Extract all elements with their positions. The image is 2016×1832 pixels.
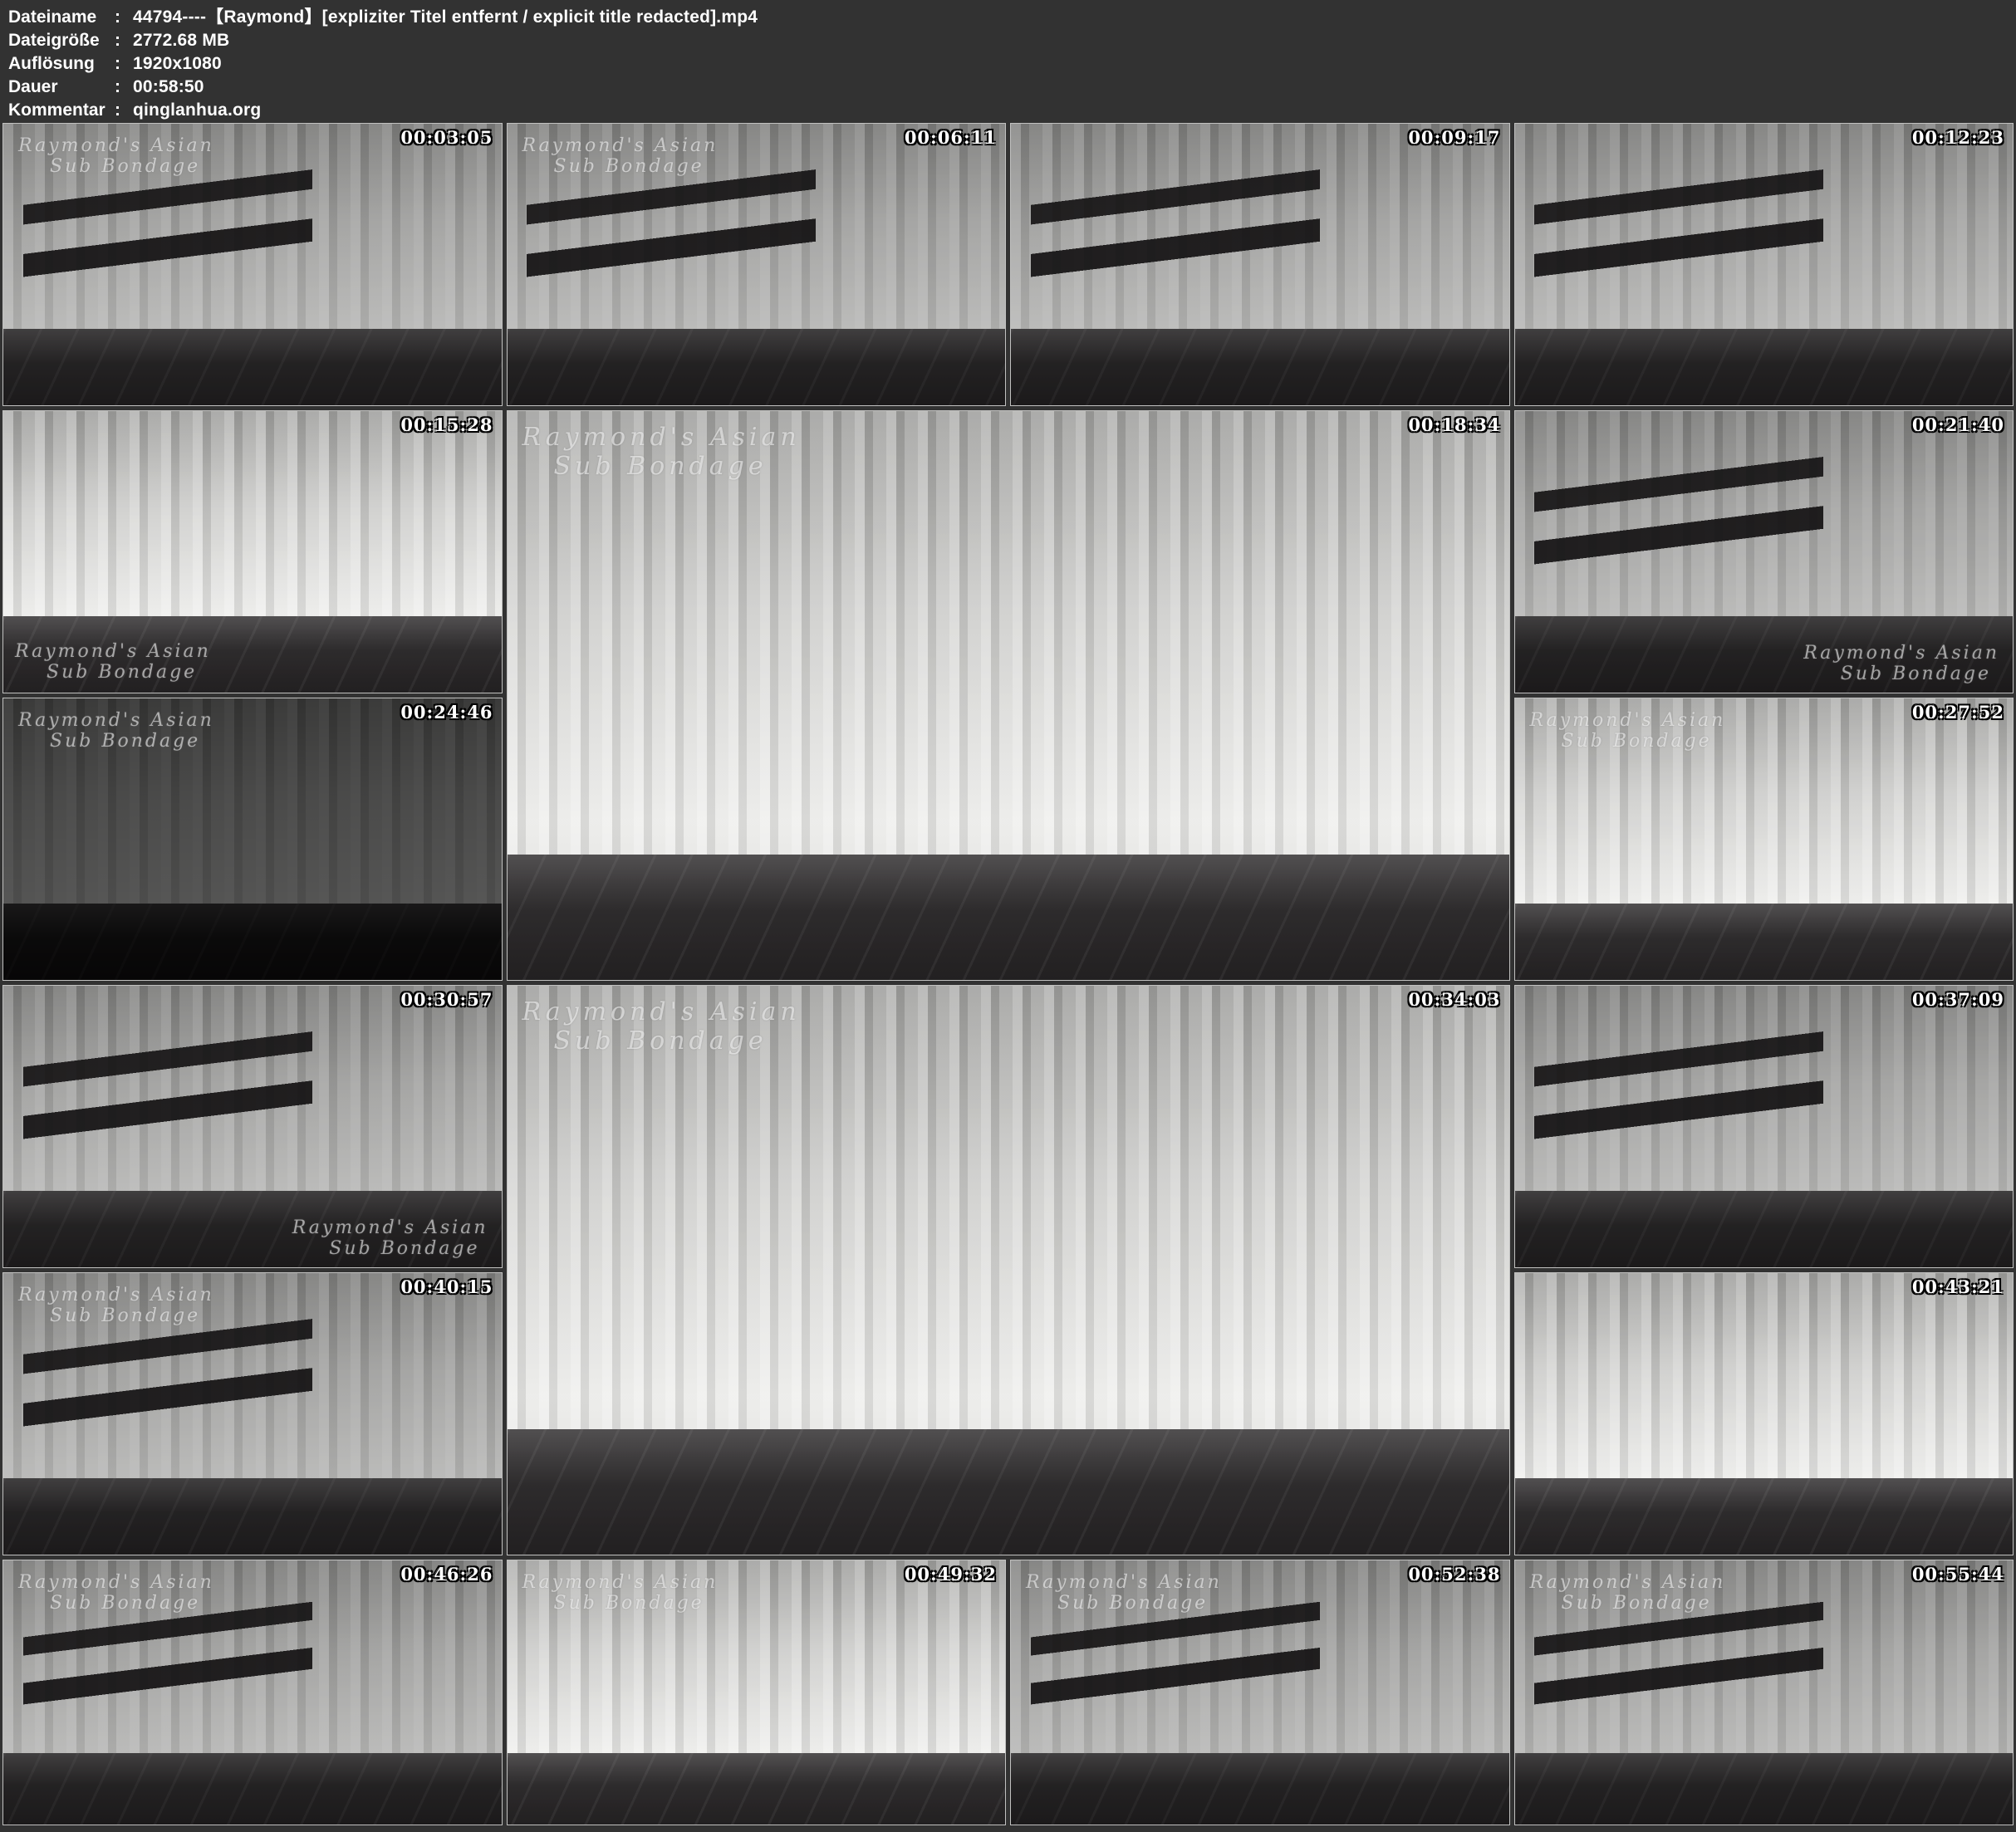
video-thumbnail: Raymond's AsianSub Bondage 00:27:52 <box>1514 698 2014 981</box>
thumbnail-placeholder <box>1515 1560 2014 1825</box>
timestamp-overlay: 00:49:32 <box>905 1564 997 1585</box>
thumbnail-placeholder <box>1515 411 2014 693</box>
timestamp-overlay: 00:55:44 <box>1912 1564 2004 1585</box>
video-thumbnail: Raymond's AsianSub Bondage 00:21:40 <box>1514 410 2014 693</box>
thumbnail-placeholder <box>508 124 1006 405</box>
video-thumbnail: Raymond's AsianSub Bondage 00:40:15 <box>2 1272 503 1555</box>
video-thumbnail: Raymond's AsianSub Bondage 00:55:44 <box>1514 1560 2014 1825</box>
duration-value: 00:58:50 <box>133 76 204 99</box>
timestamp-overlay: 00:52:38 <box>1408 1564 1500 1585</box>
timestamp-overlay: 00:06:11 <box>905 127 997 148</box>
resolution-value: 1920x1080 <box>133 52 222 76</box>
thumbnail-placeholder <box>508 411 1509 980</box>
metadata-row-duration: Dauer : 00:58:50 <box>8 76 2016 99</box>
video-thumbnail-large: Raymond's AsianSub Bondage 00:34:03 <box>507 985 1510 1555</box>
video-thumbnail: Raymond's AsianSub Bondage 00:03:05 <box>2 123 503 406</box>
video-thumbnail: Raymond's AsianSub Bondage 00:49:32 <box>507 1560 1007 1825</box>
thumbnail-placeholder <box>1515 124 2014 405</box>
field-label: Dauer <box>8 76 115 99</box>
thumbnail-placeholder <box>3 124 502 405</box>
video-thumbnail: Raymond's AsianSub Bondage 00:09:17 <box>1010 123 1510 406</box>
field-label: Dateiname <box>8 6 115 29</box>
timestamp-overlay: 00:43:21 <box>1912 1276 2004 1297</box>
metadata-row-comment: Kommentar : qinglanhua.org <box>8 99 2016 122</box>
video-thumbnail: Raymond's AsianSub Bondage 00:12:23 <box>1514 123 2014 406</box>
comment-value: qinglanhua.org <box>133 99 261 122</box>
timestamp-overlay: 00:09:17 <box>1408 127 1500 148</box>
video-thumbnail: Raymond's AsianSub Bondage 00:43:21 <box>1514 1272 2014 1555</box>
metadata-row-resolution: Auflösung : 1920x1080 <box>8 52 2016 76</box>
video-thumbnail: Raymond's AsianSub Bondage 00:24:46 <box>2 698 503 981</box>
thumbnail-placeholder <box>1515 1273 2014 1555</box>
video-thumbnail: Raymond's AsianSub Bondage 00:46:26 <box>2 1560 503 1825</box>
thumbnail-placeholder <box>508 986 1509 1555</box>
field-label: Dateigröße <box>8 29 115 52</box>
metadata-row-filesize: Dateigröße : 2772.68 MB <box>8 29 2016 52</box>
video-thumbnail: Raymond's AsianSub Bondage 00:15:28 <box>2 410 503 693</box>
timestamp-overlay: 00:18:34 <box>1408 414 1500 435</box>
filesize-value: 2772.68 MB <box>133 29 229 52</box>
timestamp-overlay: 00:21:40 <box>1912 414 2004 435</box>
field-label: Auflösung <box>8 52 115 76</box>
timestamp-overlay: 00:46:26 <box>400 1564 493 1585</box>
timestamp-overlay: 00:40:15 <box>400 1276 493 1297</box>
thumbnail-placeholder <box>3 411 502 693</box>
timestamp-overlay: 00:30:57 <box>400 989 493 1010</box>
thumbnail-placeholder <box>1011 124 1509 405</box>
video-contact-sheet: Dateiname : 44794----【Raymond】[explizite… <box>0 0 2016 1832</box>
filename-value: 44794----【Raymond】[expliziter Titel entf… <box>133 6 758 29</box>
timestamp-overlay: 00:03:05 <box>400 127 493 148</box>
thumbnail-placeholder <box>3 698 502 980</box>
video-thumbnail: Raymond's AsianSub Bondage 00:52:38 <box>1010 1560 1510 1825</box>
thumbnail-placeholder <box>3 1560 502 1825</box>
field-label: Kommentar <box>8 99 115 122</box>
timestamp-overlay: 00:37:09 <box>1912 989 2004 1010</box>
timestamp-overlay: 00:12:23 <box>1912 127 2004 148</box>
metadata-row-filename: Dateiname : 44794----【Raymond】[explizite… <box>8 6 2016 29</box>
thumbnail-placeholder <box>3 986 502 1267</box>
video-thumbnail-large: Raymond's AsianSub Bondage 00:18:34 <box>507 410 1510 981</box>
timestamp-overlay: 00:24:46 <box>400 702 493 723</box>
video-thumbnail: Raymond's AsianSub Bondage 00:06:11 <box>507 123 1007 406</box>
thumbnail-placeholder <box>1515 698 2014 980</box>
thumbnail-placeholder <box>3 1273 502 1555</box>
timestamp-overlay: 00:34:03 <box>1408 989 1500 1010</box>
timestamp-overlay: 00:27:52 <box>1912 702 2004 723</box>
metadata-header: Dateiname : 44794----【Raymond】[explizite… <box>0 0 2016 123</box>
timestamp-overlay: 00:15:28 <box>400 414 493 435</box>
video-thumbnail: Raymond's AsianSub Bondage 00:30:57 <box>2 985 503 1268</box>
thumbnail-grid: Raymond's AsianSub Bondage 00:03:05 Raym… <box>0 123 2016 1828</box>
thumbnail-placeholder <box>1515 986 2014 1267</box>
thumbnail-placeholder <box>508 1560 1006 1825</box>
thumbnail-placeholder <box>1011 1560 1509 1825</box>
video-thumbnail: Raymond's AsianSub Bondage 00:37:09 <box>1514 985 2014 1268</box>
